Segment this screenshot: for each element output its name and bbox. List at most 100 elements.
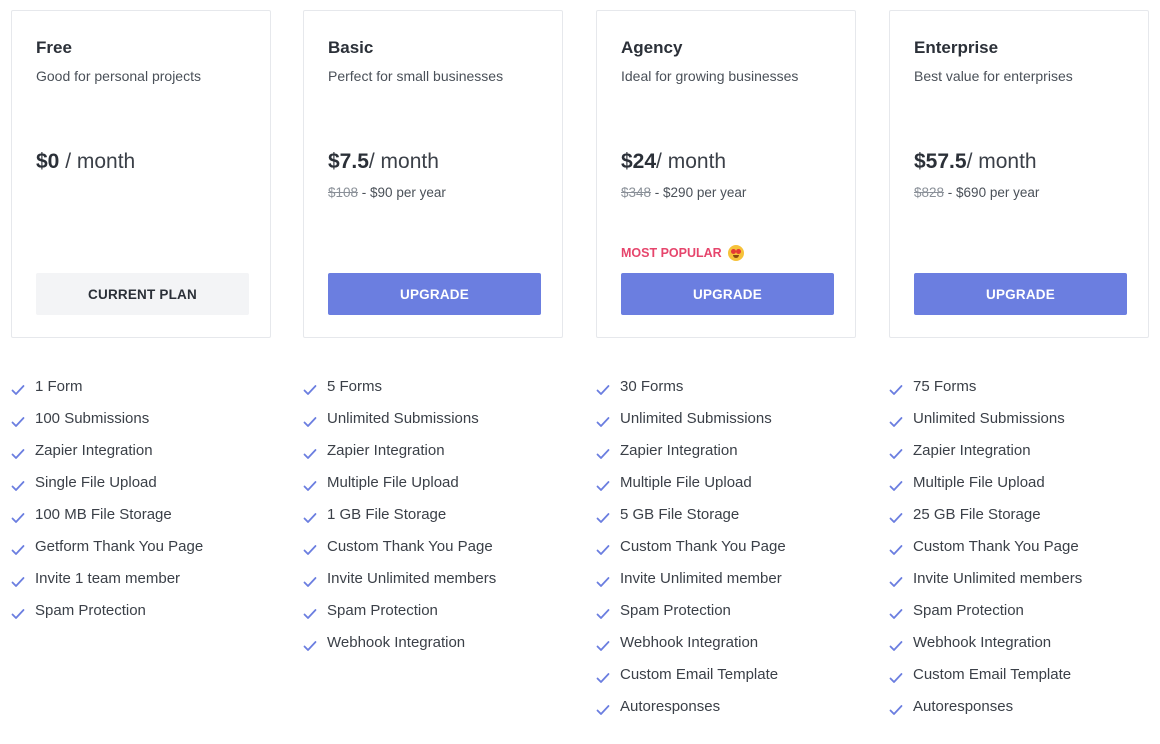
feature-label: Custom Thank You Page [620, 538, 786, 555]
feature-label: Webhook Integration [913, 634, 1052, 651]
feature-label: Custom Email Template [620, 666, 779, 683]
feature-label: Zapier Integration [620, 442, 738, 459]
check-icon [596, 705, 610, 715]
upgrade-button[interactable]: UPGRADE [914, 273, 1127, 315]
feature-label: Multiple File Upload [620, 474, 752, 491]
feature-label: Autoresponses [913, 698, 1014, 715]
feature-item: Autoresponses [889, 698, 1082, 730]
feature-item: Webhook Integration [303, 634, 496, 666]
feature-label: Webhook Integration [620, 634, 759, 651]
feature-label: 100 MB File Storage [35, 506, 172, 523]
plan-price: $7.5/ month [328, 150, 439, 174]
check-icon [889, 641, 903, 651]
plan-price: $0 / month [36, 150, 135, 174]
check-icon [303, 609, 317, 619]
feature-label: Invite Unlimited members [327, 570, 497, 587]
plan-name: Agency [621, 38, 683, 57]
feature-item: Custom Email Template [889, 666, 1082, 698]
plan-description: Good for personal projects [36, 68, 201, 84]
plan-price: $24/ month [621, 150, 726, 174]
feature-item: Custom Email Template [596, 666, 786, 698]
feature-item: Unlimited Submissions [596, 410, 786, 442]
new-yearly-price: - $90 per year [358, 185, 446, 200]
feature-item: 1 GB File Storage [303, 506, 496, 538]
check-icon [596, 609, 610, 619]
feature-item: 1 Form [11, 378, 203, 410]
feature-item: Zapier Integration [303, 442, 496, 474]
feature-label: Invite Unlimited members [913, 570, 1083, 587]
yearly-price: $108 - $90 per year [328, 185, 446, 200]
plan-name: Free [36, 38, 72, 57]
feature-label: Spam Protection [327, 602, 438, 619]
feature-item: Getform Thank You Page [11, 538, 203, 570]
check-icon [596, 545, 610, 555]
feature-item: Zapier Integration [596, 442, 786, 474]
check-icon [889, 513, 903, 523]
current-plan-button[interactable]: CURRENT PLAN [36, 273, 249, 315]
new-yearly-price: - $290 per year [651, 185, 747, 200]
feature-item: Zapier Integration [889, 442, 1082, 474]
check-icon [303, 449, 317, 459]
feature-item: Invite Unlimited members [303, 570, 496, 602]
feature-label: 30 Forms [620, 378, 684, 395]
feature-item: Autoresponses [596, 698, 786, 730]
feature-item: Single File Upload [11, 474, 203, 506]
feature-item: Spam Protection [596, 602, 786, 634]
feature-label: 5 GB File Storage [620, 506, 740, 523]
feature-label: Spam Protection [35, 602, 146, 619]
plan-card: Enterprise Best value for enterprises $5… [889, 10, 1149, 338]
feature-label: Zapier Integration [35, 442, 153, 459]
plan-card: Agency Ideal for growing businesses $24/… [596, 10, 856, 338]
plan-card: Basic Perfect for small businesses $7.5/… [303, 10, 563, 338]
check-icon [889, 705, 903, 715]
check-icon [303, 385, 317, 395]
feature-label: Multiple File Upload [327, 474, 459, 491]
feature-item: Webhook Integration [889, 634, 1082, 666]
price-period: / month [59, 150, 136, 173]
feature-item: 5 GB File Storage [596, 506, 786, 538]
plan-name: Basic [328, 38, 374, 57]
feature-label: Unlimited Submissions [913, 410, 1065, 427]
plan-name: Enterprise [914, 38, 999, 57]
check-icon [303, 481, 317, 491]
feature-item: Custom Thank You Page [303, 538, 496, 570]
feature-label: Multiple File Upload [913, 474, 1045, 491]
old-yearly-price: $348 [621, 185, 652, 200]
price-amount: $7.5 [328, 150, 369, 173]
check-icon [889, 673, 903, 683]
feature-label: Getform Thank You Page [35, 538, 204, 555]
feature-label: Custom Thank You Page [913, 538, 1079, 555]
feature-label: Zapier Integration [327, 442, 445, 459]
check-icon [596, 449, 610, 459]
check-icon [11, 513, 25, 523]
feature-label: 25 GB File Storage [913, 506, 1041, 523]
feature-item: Invite Unlimited members [889, 570, 1082, 602]
check-icon [596, 513, 610, 523]
feature-item: Custom Thank You Page [596, 538, 786, 570]
new-yearly-price: - $690 per year [944, 185, 1040, 200]
check-icon [889, 385, 903, 395]
plan-card: Free Good for personal projects $0 / mon… [11, 10, 271, 338]
check-icon [889, 481, 903, 491]
feature-label: Invite Unlimited member [620, 570, 782, 587]
feature-list: 1 Form 100 Submissions Zapier Integration S… [11, 378, 203, 634]
feature-label: Single File Upload [35, 474, 157, 491]
plan-description: Perfect for small businesses [328, 68, 504, 84]
check-icon [596, 577, 610, 587]
check-icon [303, 513, 317, 523]
feature-item: Multiple File Upload [596, 474, 786, 506]
check-icon [11, 481, 25, 491]
price-amount: $24 [621, 150, 657, 173]
feature-label: Unlimited Submissions [327, 410, 479, 427]
yearly-price: $348 - $290 per year [621, 185, 746, 200]
upgrade-button[interactable]: UPGRADE [328, 273, 541, 315]
feature-label: Webhook Integration [327, 634, 466, 651]
price-period: / month [966, 150, 1037, 173]
feature-label: Spam Protection [913, 602, 1024, 619]
feature-label: 100 Submissions [35, 410, 150, 427]
check-icon [596, 385, 610, 395]
check-icon [303, 545, 317, 555]
feature-item: 5 Forms [303, 378, 496, 410]
upgrade-button[interactable]: UPGRADE [621, 273, 834, 315]
price-period: / month [656, 150, 727, 173]
